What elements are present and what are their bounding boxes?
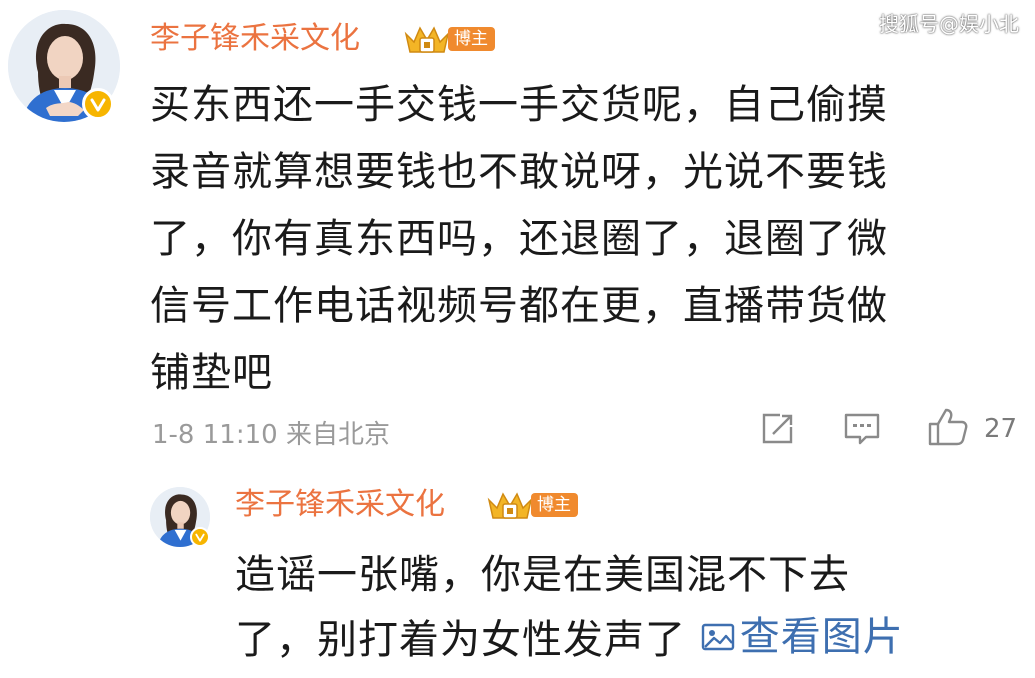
reply-author[interactable]: 李子锋禾采文化 [235, 490, 445, 520]
watermark: 搜狐号@娱小北 [879, 12, 1019, 36]
like-count: 27 [984, 414, 1018, 444]
badge-label: 博主 [448, 26, 495, 52]
like-icon[interactable] [926, 406, 970, 448]
blogger-badge: 博主 [485, 488, 578, 522]
reply-line: 造谣一张嘴，你是在美国混不下去 [235, 552, 850, 598]
verified-badge-icon [190, 527, 210, 547]
content-line: 录音就算想要钱也不敢说呀，光说不要钱 [150, 149, 888, 195]
view-image-link[interactable]: 查看图片 [700, 606, 904, 668]
content-line: 信号工作电话视频号都在更，直播带货做 [150, 283, 888, 329]
comment-content: 买东西还一手交钱一手交货呢，自己偷摸 录音就算想要钱也不敢说呀，光说不要钱 了，… [150, 72, 1010, 407]
reply-line: 了，别打着为女性发声了 查看图片 [235, 606, 1015, 671]
content-line: 铺垫吧 [150, 350, 273, 396]
badge-label: 博主 [531, 492, 578, 518]
share-icon[interactable] [758, 410, 796, 448]
content-line: 了，你有真东西吗，还退圈了，退圈了微 [150, 216, 888, 262]
image-icon [701, 623, 734, 651]
reply-line-text: 了，别打着为女性发声了 [235, 617, 686, 663]
comment-meta: 1-8 11:10 来自北京 [152, 414, 390, 451]
content-line: 买东西还一手交钱一手交货呢，自己偷摸 [150, 82, 888, 128]
blogger-badge: 博主 [402, 22, 495, 56]
verified-badge-icon [82, 88, 114, 120]
weibo-comment-screenshot: 搜狐号@娱小北 李子锋禾采文化 博主 买东西还一手交钱一手交货呢，自己偷摸 录音… [0, 0, 1035, 678]
comment-icon[interactable] [842, 410, 882, 448]
location: 来自北京 [285, 420, 390, 450]
reply-content: 造谣一张嘴，你是在美国混不下去 了，别打着为女性发声了 查看图片 [235, 544, 1015, 671]
comment-author[interactable]: 李子锋禾采文化 [150, 24, 360, 54]
crown-icon [487, 492, 533, 519]
timestamp: 1-8 11:10 [152, 420, 278, 450]
view-image-label: 查看图片 [739, 614, 904, 660]
crown-icon [404, 26, 450, 53]
